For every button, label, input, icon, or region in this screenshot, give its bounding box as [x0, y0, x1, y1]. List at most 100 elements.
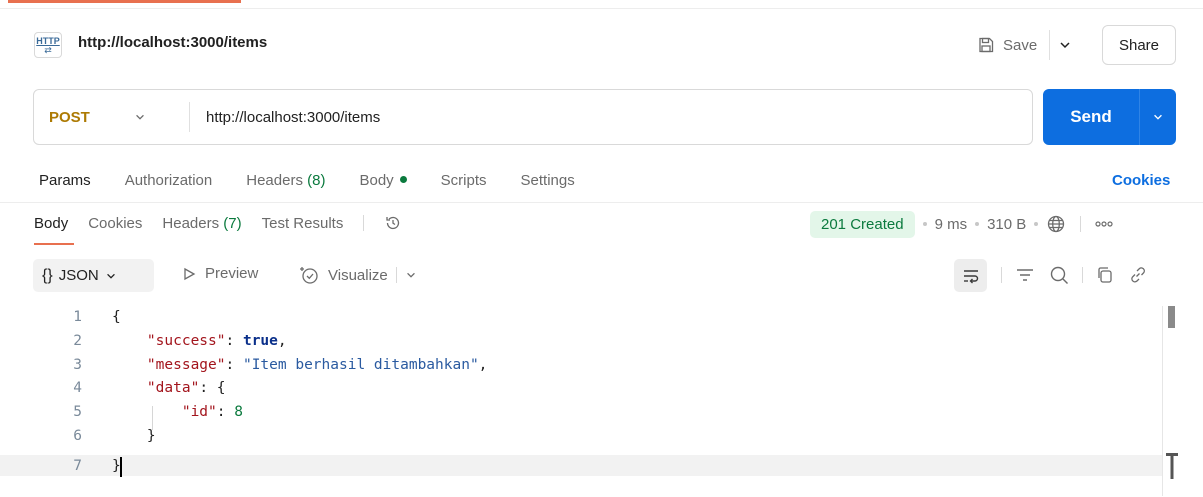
play-icon	[184, 267, 196, 280]
save-button[interactable]: Save	[973, 36, 1041, 54]
tab-label: Headers	[162, 214, 224, 232]
line-number: 2	[73, 332, 82, 349]
headers-count: (7)	[223, 214, 242, 232]
response-tab-underline	[34, 243, 74, 245]
code-line: 2 "success": true,	[0, 330, 1162, 351]
headers-count: (8)	[307, 172, 326, 189]
code-line: 3 "message": "Item berhasil ditambahkan"…	[0, 354, 1162, 375]
chevron-down-icon	[1154, 114, 1162, 120]
code-line: 4 "data": {	[0, 377, 1162, 398]
scrollbar-thumb[interactable]	[1168, 306, 1175, 328]
separator-dot	[975, 222, 980, 226]
separator-dot	[1034, 222, 1039, 226]
http-badge-icon: HTTP ⇄	[34, 32, 62, 58]
globe-icon[interactable]	[1046, 214, 1066, 234]
status-badge[interactable]: 201 Created	[810, 210, 915, 238]
send-button-group: Send	[1043, 89, 1176, 145]
meta-separator	[1080, 216, 1082, 232]
code-line-current: 7}	[0, 455, 1162, 476]
tab-scripts[interactable]: Scripts	[441, 172, 487, 189]
code-text: "message": "Item berhasil ditambahkan",	[146, 356, 488, 373]
tab-label: Settings	[520, 172, 575, 189]
preview-label: Preview	[205, 265, 259, 282]
code-line: 1{	[0, 306, 1162, 327]
send-options-button[interactable]	[1140, 111, 1176, 123]
indent-guide	[152, 406, 153, 430]
chevron-down-icon	[135, 114, 144, 120]
response-tab-test-results[interactable]: Test Results	[262, 215, 344, 232]
response-tab-cookies[interactable]: Cookies	[88, 215, 142, 232]
text-cursor-icon	[1166, 453, 1178, 479]
line-number: 6	[73, 427, 82, 444]
response-time[interactable]: 9 ms	[935, 216, 968, 233]
save-separator	[1049, 30, 1051, 60]
save-label: Save	[1003, 36, 1038, 54]
save-icon	[979, 37, 994, 53]
history-icon[interactable]	[384, 214, 402, 232]
tab-label: Headers	[246, 172, 308, 189]
section-divider	[0, 202, 1203, 203]
copy-icon[interactable]	[1095, 265, 1115, 285]
scrollbar-track[interactable]	[1162, 306, 1163, 496]
filter-icon[interactable]	[1014, 265, 1036, 285]
preview-button[interactable]: Preview	[182, 265, 258, 282]
response-tabs: Body Cookies Headers (7) Test Results	[34, 214, 402, 232]
tab-body[interactable]: Body	[359, 172, 407, 189]
line-number: 3	[73, 356, 82, 373]
cookies-link[interactable]: Cookies	[1112, 172, 1170, 189]
chevron-down-icon[interactable]	[1058, 38, 1072, 52]
search-icon[interactable]	[1048, 264, 1070, 286]
response-size[interactable]: 310 B	[987, 216, 1026, 233]
visualize-label: Visualize	[328, 266, 388, 284]
tab-headers[interactable]: Headers (8)	[246, 172, 325, 189]
request-tabs: Params Authorization Headers (8) Body Sc…	[39, 172, 575, 189]
text-cursor	[120, 457, 122, 477]
tab-label: Params	[39, 172, 91, 189]
request-title[interactable]: http://localhost:3000/items	[78, 34, 267, 51]
tab-params[interactable]: Params	[39, 172, 91, 189]
method-select[interactable]: POST	[34, 90, 189, 144]
chevron-down-icon[interactable]	[405, 269, 417, 281]
code-text: "id": 8	[181, 403, 243, 420]
response-body-viewer[interactable]: 1{ 2 "success": true, 3 "message": "Item…	[0, 306, 1203, 486]
line-number: 1	[73, 308, 82, 325]
separator-dot	[922, 222, 927, 226]
line-number: 7	[73, 457, 82, 474]
format-select[interactable]: {} JSON	[33, 259, 154, 292]
wrap-lines-icon	[963, 269, 978, 283]
link-icon[interactable]	[1127, 264, 1149, 286]
visualize-icon	[300, 267, 318, 284]
response-tools	[1001, 264, 1149, 286]
more-options-icon[interactable]	[1095, 221, 1113, 227]
tool-separator	[1001, 267, 1002, 283]
send-button[interactable]: Send	[1043, 107, 1139, 127]
braces-icon: {}	[42, 266, 53, 284]
save-group: Save	[973, 25, 1072, 65]
wrap-lines-button[interactable]	[954, 259, 987, 292]
url-input[interactable]: http://localhost:3000/items	[190, 109, 380, 126]
body-indicator-dot	[399, 175, 407, 183]
tabbar-border	[0, 8, 1203, 9]
code-line: 5 "id": 8	[0, 401, 1162, 422]
line-number: 4	[73, 379, 82, 396]
code-text: "data": {	[146, 379, 226, 396]
arrows-icon: ⇄	[44, 44, 52, 55]
chevron-down-icon	[106, 273, 115, 279]
code-text: }	[112, 427, 156, 444]
response-tab-body[interactable]: Body	[34, 215, 68, 232]
code-line: 6 }	[0, 425, 1162, 446]
tab-settings[interactable]: Settings	[521, 172, 575, 189]
tab-label: Scripts	[440, 172, 487, 189]
format-label: JSON	[58, 267, 99, 284]
code-text: {	[112, 308, 121, 325]
tab-separator	[363, 215, 365, 231]
visualize-button[interactable]: Visualize	[298, 265, 417, 285]
response-tab-headers[interactable]: Headers (7)	[162, 215, 241, 232]
url-bar: POST http://localhost:3000/items	[33, 89, 1033, 145]
tool-separator	[1082, 267, 1083, 283]
active-request-tab-indicator	[8, 0, 241, 3]
response-meta: 201 Created 9 ms 310 B	[810, 210, 1113, 238]
tab-authorization[interactable]: Authorization	[125, 172, 213, 189]
share-button[interactable]: Share	[1102, 25, 1176, 65]
line-number: 5	[73, 403, 82, 420]
